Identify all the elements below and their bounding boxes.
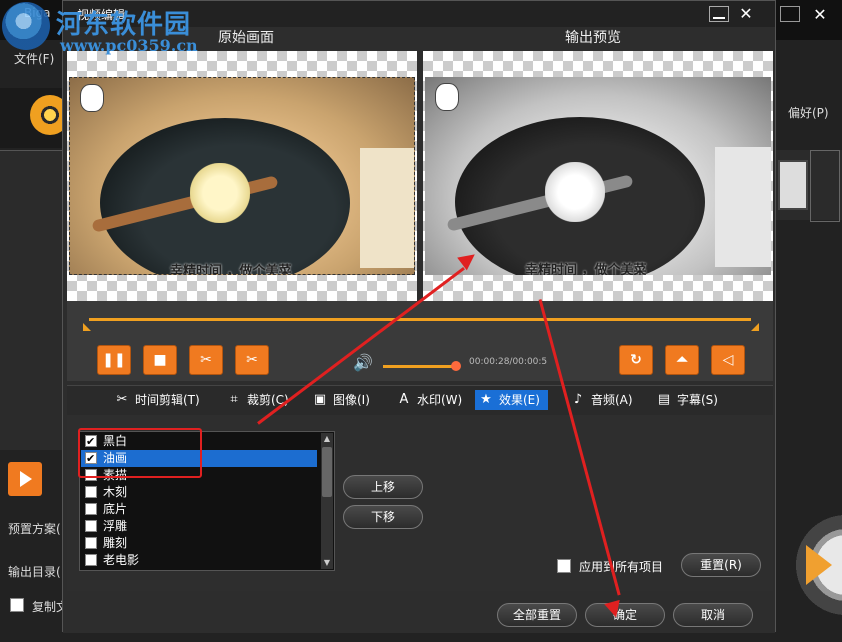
flip-vertical-icon: ⏶ — [676, 352, 688, 368]
rotate-button[interactable]: ↻ — [619, 345, 653, 375]
original-view-label: 原始画面 — [218, 30, 274, 46]
backdrop — [715, 147, 771, 267]
preview-thumbnail — [778, 160, 808, 210]
tab-label: 图像(I) — [333, 393, 370, 407]
watermark-icon: A — [399, 392, 409, 407]
flip-horizontal-button[interactable]: ◁ — [711, 345, 745, 375]
volume-slider[interactable] — [383, 365, 457, 368]
backdrop — [360, 148, 414, 268]
tab-image[interactable]: ▣ 图像(I) — [309, 390, 370, 410]
end-marker-handle[interactable] — [751, 323, 759, 331]
tab-label: 水印(W) — [417, 393, 463, 407]
pause-button[interactable]: ❚❚ — [97, 345, 131, 375]
volume-icon[interactable]: 🔊 — [353, 353, 373, 372]
ok-button[interactable]: 确定 — [585, 603, 665, 627]
scissors-icon: ✂ — [200, 352, 212, 368]
tab-audio[interactable]: ♪ 音频(A) — [567, 390, 633, 410]
tab-label: 音频(A) — [591, 393, 633, 407]
reset-button[interactable]: 重置(R) — [681, 553, 761, 577]
effect-item[interactable]: 老电影 — [81, 552, 317, 569]
image-icon: ▣ — [313, 392, 327, 407]
cut-start-button[interactable]: ✂ — [189, 345, 223, 375]
stop-button[interactable]: ■ — [143, 345, 177, 375]
tab-subtitles[interactable]: ▤ 字幕(S) — [653, 390, 718, 410]
cancel-button[interactable]: 取消 — [673, 603, 753, 627]
tab-watermark[interactable]: A 水印(W) — [393, 390, 463, 410]
file-menu[interactable]: 文件(F) — [14, 50, 54, 67]
effect-item[interactable]: 底片 — [81, 501, 317, 518]
food-image — [190, 163, 250, 223]
apply-all-checkbox[interactable] — [557, 559, 571, 573]
effect-label: 木刻 — [103, 485, 128, 499]
effect-checkbox[interactable] — [85, 486, 97, 498]
timeline-track[interactable] — [89, 318, 751, 321]
annotation-highlight-box — [78, 428, 202, 478]
tab-label: 时间剪辑(T) — [135, 393, 200, 407]
pause-icon: ❚❚ — [102, 352, 126, 368]
scroll-up-arrow-icon[interactable]: ▲ — [321, 433, 333, 445]
watermark-logo-icon — [2, 2, 50, 50]
scissors-icon: ✂ — [116, 392, 128, 407]
tab-effects[interactable]: ★ 效果(E) — [475, 390, 548, 410]
move-down-button[interactable]: 下移 — [343, 505, 423, 529]
music-note-icon: ♪ — [573, 392, 583, 407]
output-dir-label: 输出目录( — [8, 565, 61, 579]
start-marker-handle[interactable] — [83, 323, 91, 331]
effect-checkbox[interactable] — [85, 537, 97, 549]
scrollbar-thumb[interactable] — [322, 447, 332, 497]
dialog-button-bar — [63, 595, 775, 633]
video-edit-dialog: 视频编辑 ✕ 原始画面 输出预览 幸精时间 ，做个美菜 幸精时间 ，做个美菜 ❚… — [62, 0, 776, 633]
copy-checkbox[interactable] — [10, 598, 24, 612]
flip-horizontal-icon: ◁ — [722, 352, 734, 368]
effect-item[interactable]: 雕刻 — [81, 535, 317, 552]
main-close-button[interactable]: ✕ — [808, 6, 832, 24]
scissors-icon: ✂ — [246, 352, 258, 368]
rotate-icon: ↻ — [630, 352, 642, 368]
effect-checkbox[interactable] — [85, 554, 97, 566]
tab-label: 字幕(S) — [677, 393, 718, 407]
scroll-down-arrow-icon[interactable]: ▼ — [321, 557, 333, 569]
video-caption: 幸精时间 ，做个美菜 — [170, 264, 292, 275]
tab-label: 效果(E) — [499, 393, 540, 407]
stop-icon: ■ — [153, 352, 167, 368]
apply-all-label: 应用到所有项目 — [579, 560, 664, 574]
effect-checkbox[interactable] — [85, 503, 97, 515]
food-image — [545, 162, 605, 222]
dialog-minimize-button[interactable] — [709, 6, 729, 22]
main-minimize-button[interactable] — [780, 6, 800, 22]
cut-end-button[interactable]: ✂ — [235, 345, 269, 375]
preview-frame — [810, 150, 840, 222]
convert-button[interactable] — [776, 510, 842, 620]
effect-item[interactable]: 浮雕 — [81, 518, 317, 535]
output-video-frame: 幸精时间 ，做个美菜 — [425, 77, 771, 275]
effect-label: 雕刻 — [103, 536, 128, 550]
preferences-menu[interactable]: 偏好(P) — [788, 104, 829, 121]
preset-label: 预置方案( — [8, 522, 61, 536]
tab-trim[interactable]: ✂ 时间剪辑(T) — [111, 390, 200, 410]
original-preview: 幸精时间 ，做个美菜 — [67, 51, 417, 301]
video-caption: 幸精时间 ，做个美菜 — [525, 263, 647, 275]
chef-logo-icon — [80, 84, 104, 112]
output-preview-label: 输出预览 — [565, 30, 621, 46]
effect-checkbox[interactable] — [85, 520, 97, 532]
subtitle-icon: ▤ — [657, 392, 671, 407]
dialog-close-button[interactable]: ✕ — [733, 4, 759, 24]
volume-slider-knob[interactable] — [451, 361, 461, 371]
main-play-button[interactable] — [8, 462, 42, 496]
crop-icon: ⌗ — [230, 392, 238, 407]
star-icon: ★ — [480, 392, 492, 407]
reset-all-button[interactable]: 全部重置 — [497, 603, 577, 627]
effect-item[interactable]: 木刻 — [81, 484, 317, 501]
flip-vertical-button[interactable]: ⏶ — [665, 345, 699, 375]
watermark-url: www.pc0359.cn — [60, 36, 198, 55]
timecode: 00:00:28/00:00:5 — [469, 357, 548, 367]
effect-label: 底片 — [103, 502, 128, 516]
move-up-button[interactable]: 上移 — [343, 475, 423, 499]
file-list-panel — [0, 150, 70, 450]
effect-label: 老电影 — [103, 553, 140, 567]
chef-logo-icon — [435, 83, 459, 111]
effect-label: 浮雕 — [103, 519, 128, 533]
original-video-frame[interactable]: 幸精时间 ，做个美菜 — [69, 77, 415, 275]
